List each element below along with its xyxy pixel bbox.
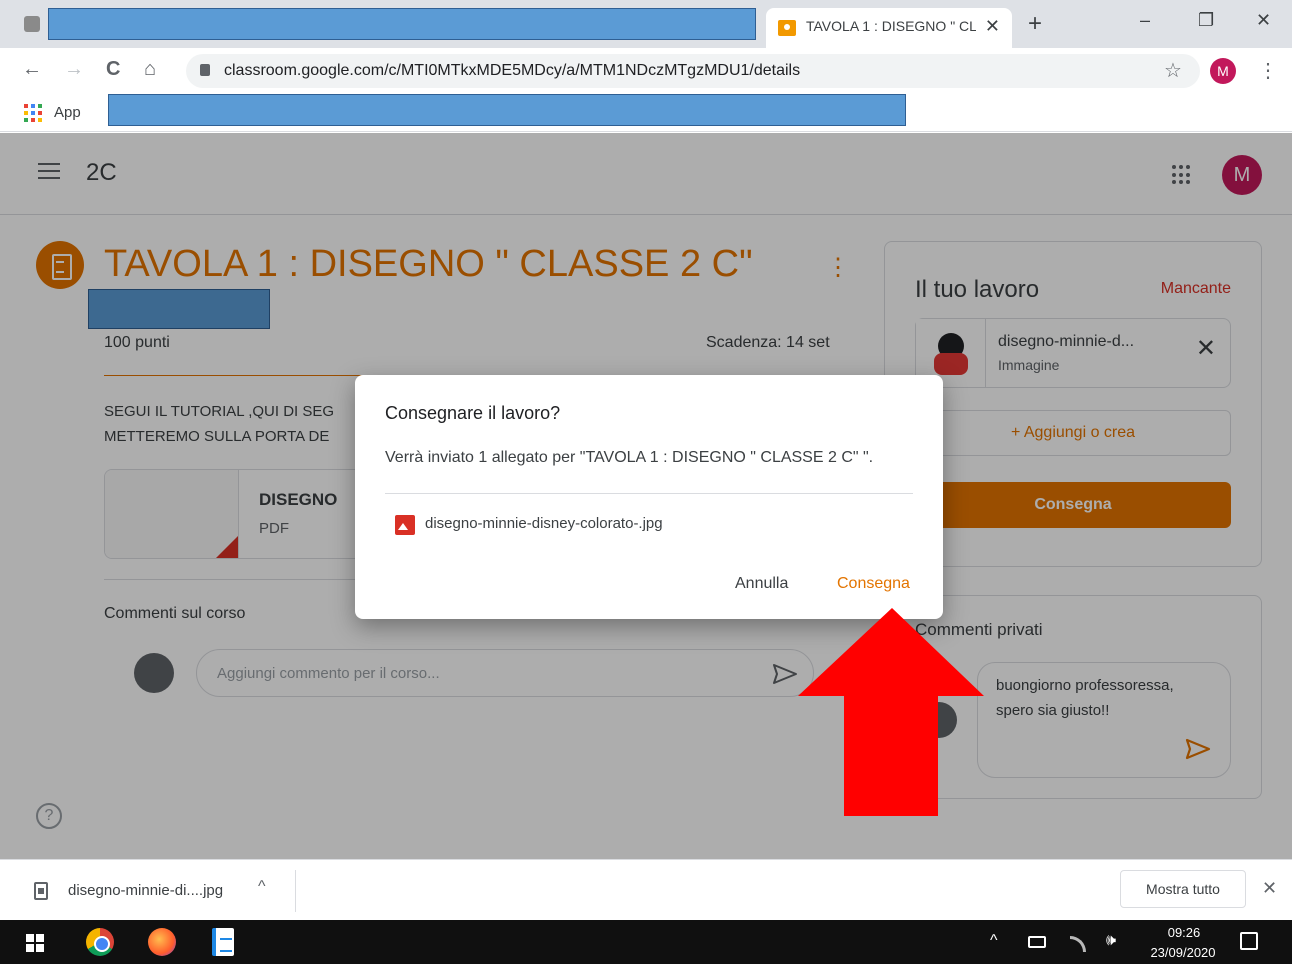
- windows-taskbar: ^ 🕪 09:26 23/09/2020: [0, 920, 1292, 964]
- restore-button[interactable]: ❐: [1198, 10, 1214, 31]
- show-all-button[interactable]: Mostra tutto: [1120, 870, 1246, 908]
- red-arrow-annotation: [798, 608, 984, 816]
- redacted-bookmark[interactable]: [108, 94, 906, 126]
- download-options-icon[interactable]: ^: [258, 878, 266, 896]
- download-file-icon: [34, 882, 48, 900]
- apps-label[interactable]: App: [54, 104, 81, 121]
- image-file-icon: [395, 515, 415, 535]
- back-button[interactable]: ←: [22, 58, 42, 81]
- browser-toolbar: ← → C ⌂ classroom.google.com/c/MTI0MTkxM…: [0, 48, 1292, 94]
- dialog-title: Consegnare il lavoro?: [385, 403, 561, 423]
- classroom-favicon-icon: [778, 20, 796, 36]
- browser-tabstrip: TAVOLA 1 : DISEGNO " CLASSE 2 C" ✕ + – ❐…: [0, 0, 1292, 48]
- cancel-button[interactable]: Annulla: [735, 575, 788, 593]
- notifications-icon[interactable]: [1240, 932, 1258, 950]
- download-bar-close-icon[interactable]: ✕: [1262, 878, 1277, 899]
- bookmark-star-icon[interactable]: ☆: [1164, 58, 1182, 83]
- reload-button[interactable]: C: [106, 58, 120, 81]
- new-tab-button[interactable]: +: [1028, 10, 1042, 38]
- dialog-body: Verrà inviato 1 allegato per "TAVOLA 1 :…: [385, 449, 874, 466]
- writer-taskbar-icon[interactable]: [212, 928, 234, 956]
- url-text: classroom.google.com/c/MTI0MTkxMDE5MDcy/…: [224, 62, 801, 79]
- download-bar: disegno-minnie-di....jpg ^ Mostra tutto …: [0, 859, 1292, 920]
- confirm-submit-button[interactable]: Consegna: [837, 575, 910, 593]
- battery-icon[interactable]: [1028, 936, 1046, 948]
- lock-icon: [200, 64, 210, 76]
- download-file-name[interactable]: disegno-minnie-di....jpg: [68, 882, 223, 899]
- firefox-taskbar-icon[interactable]: [148, 928, 176, 956]
- windows-start-icon[interactable]: [26, 934, 44, 952]
- tab-close-icon[interactable]: ✕: [985, 16, 1000, 37]
- bookmarks-bar: App: [0, 94, 1292, 132]
- dialog-divider: [385, 493, 913, 494]
- clock-time[interactable]: 09:26: [1148, 925, 1220, 940]
- wifi-icon[interactable]: [1070, 936, 1086, 952]
- address-bar[interactable]: classroom.google.com/c/MTI0MTkxMDE5MDcy/…: [186, 54, 1200, 88]
- redacted-tab[interactable]: [48, 8, 756, 40]
- home-button[interactable]: ⌂: [144, 58, 156, 81]
- tab-active[interactable]: TAVOLA 1 : DISEGNO " CLASSE 2 C" ✕: [766, 8, 1012, 48]
- dialog-file-name[interactable]: disegno-minnie-disney-colorato-.jpg: [425, 515, 663, 532]
- chrome-taskbar-icon[interactable]: [86, 928, 114, 956]
- minimize-button[interactable]: –: [1140, 10, 1150, 31]
- tab-favicon-icon: [24, 16, 40, 32]
- volume-icon[interactable]: 🕪: [1106, 932, 1116, 950]
- browser-profile-avatar[interactable]: M: [1210, 58, 1236, 84]
- tray-chevron-icon[interactable]: ^: [990, 932, 998, 950]
- tab-title: TAVOLA 1 : DISEGNO " CLASSE 2 C": [806, 18, 976, 34]
- browser-menu-icon[interactable]: ⋮: [1258, 58, 1278, 83]
- clock-date[interactable]: 23/09/2020: [1140, 945, 1226, 960]
- submit-dialog: Consegnare il lavoro? Verrà inviato 1 al…: [355, 375, 943, 619]
- apps-grid-icon[interactable]: [24, 104, 42, 122]
- download-separator: [295, 870, 296, 912]
- window-close-button[interactable]: ✕: [1256, 10, 1271, 31]
- forward-button[interactable]: →: [64, 58, 84, 81]
